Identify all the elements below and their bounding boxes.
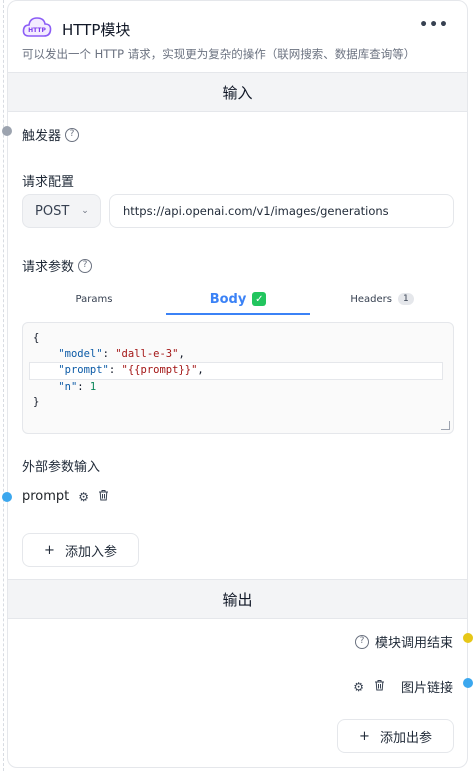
code-line: "n": 1 <box>58 380 97 393</box>
request-config-label: 请求配置 <box>22 175 75 190</box>
module-end-row: ? 模块调用结束 <box>354 632 453 651</box>
gear-icon[interactable]: ⚙ <box>353 680 364 694</box>
tab-body-label: Body <box>209 291 247 307</box>
code-line-active: "prompt": "{{prompt}}", <box>29 362 443 380</box>
output-name: 图片链接 <box>400 681 453 696</box>
tab-params[interactable]: Params <box>22 283 166 315</box>
trigger-handle[interactable] <box>2 126 12 136</box>
url-input[interactable]: https://api.openai.com/v1/images/generat… <box>109 194 454 228</box>
add-output-param-button[interactable]: + 添加出参 <box>337 719 454 753</box>
trash-icon[interactable] <box>98 489 109 504</box>
gear-icon[interactable]: ⚙ <box>78 490 89 504</box>
end-handle[interactable] <box>463 633 473 643</box>
module-end-label: 模块调用结束 <box>374 636 453 651</box>
module-description: 可以发出一个 HTTP 请求，实现更为复杂的操作（联网搜索、数据库查询等） <box>22 47 416 61</box>
external-params-label: 外部参数输入 <box>22 460 101 475</box>
method-value: POST <box>35 203 70 219</box>
code-line: "model": "dall-e-3", <box>58 347 185 360</box>
param-name: prompt <box>22 489 70 504</box>
add-input-param-button[interactable]: + 添加入参 <box>22 533 139 567</box>
http-module-card: HTTP HTTP模块 ••• 可以发出一个 HTTP 请求，实现更为复杂的操作… <box>7 0 468 768</box>
help-icon[interactable]: ? <box>354 634 369 649</box>
tab-body[interactable]: Body ✓ <box>166 283 310 315</box>
checkmark-icon: ✓ <box>252 292 267 306</box>
output-item: ⚙ 图片链接 <box>353 677 453 697</box>
add-input-param-label: 添加入参 <box>64 544 117 560</box>
tab-headers[interactable]: Headers 1 <box>310 283 454 315</box>
module-title: HTTP模块 <box>62 21 131 39</box>
param-item: prompt ⚙ <box>22 489 109 504</box>
svg-text:HTTP: HTTP <box>28 27 46 34</box>
help-icon[interactable]: ? <box>65 127 80 142</box>
trigger-label: 触发器 <box>22 129 62 144</box>
request-params-label: 请求参数 <box>22 260 75 275</box>
add-output-param-label: 添加出参 <box>379 730 432 746</box>
plus-icon: + <box>44 542 55 558</box>
canvas-edge <box>3 0 4 771</box>
chevron-down-icon: ⌄ <box>81 206 89 216</box>
code-line: } <box>33 396 40 408</box>
output-handle-image-link[interactable] <box>463 678 473 688</box>
request-params-row: 请求参数 ? <box>22 256 93 275</box>
tab-params-label: Params <box>75 293 113 305</box>
code-line: { <box>33 332 40 344</box>
body-editor[interactable]: { "model": "dall-e-3", "prompt": "{{prom… <box>22 322 454 434</box>
headers-count-badge: 1 <box>397 293 414 305</box>
param-tabs: Params Body ✓ Headers 1 <box>22 283 454 315</box>
plus-icon: + <box>359 728 370 744</box>
trash-icon[interactable] <box>374 679 385 694</box>
trigger-row: 触发器 ? <box>22 125 80 144</box>
tab-headers-label: Headers <box>350 293 392 305</box>
more-icon[interactable]: ••• <box>419 17 449 33</box>
input-section-header: 输入 <box>8 72 467 112</box>
resize-handle[interactable] <box>441 421 450 430</box>
input-handle-prompt[interactable] <box>2 492 12 502</box>
cloud-http-icon: HTTP <box>22 15 52 41</box>
help-icon[interactable]: ? <box>78 258 93 273</box>
output-section-header: 输出 <box>8 579 467 619</box>
method-select[interactable]: POST ⌄ <box>22 194 101 228</box>
